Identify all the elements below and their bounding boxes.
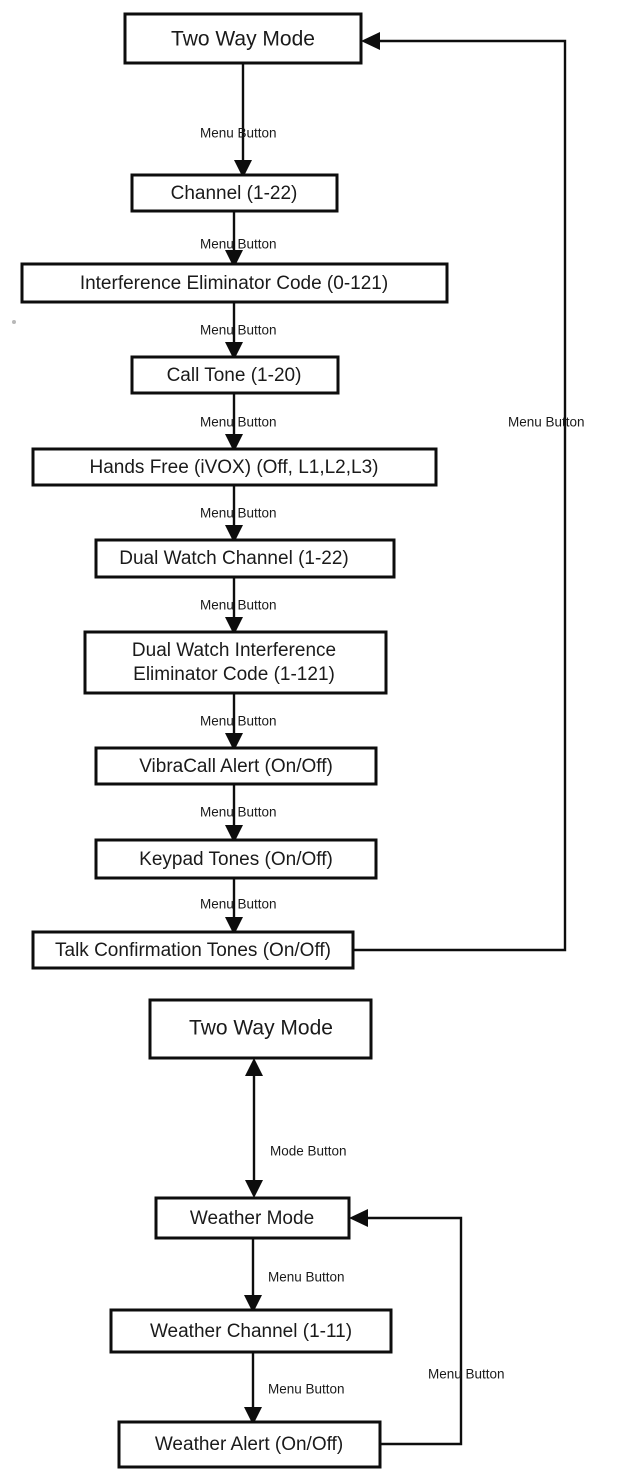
chart-weather-mode: Mode Button Menu Button Menu Button Menu… xyxy=(109,998,505,1469)
node-label-hands-free-ivox: Hands Free (iVOX) (Off, L1,L2,L3) xyxy=(90,457,379,478)
node-label-talk-confirmation-tones: Talk Confirmation Tones (On/Off) xyxy=(55,940,331,961)
node-label-call-tone: Call Tone (1-20) xyxy=(167,365,302,386)
edge-label-menu-button: Menu Button xyxy=(200,237,277,252)
node-keypad-tones[interactable]: Keypad Tones (On/Off) xyxy=(94,838,378,880)
node-label-dual-watch-interference-line1: Dual Watch Interference xyxy=(132,640,336,661)
node-two-way-mode[interactable]: Two Way Mode xyxy=(123,12,363,65)
edge-label-menu-button: Menu Button xyxy=(200,598,277,613)
node-label-dual-watch-channel: Dual Watch Channel (1-22) xyxy=(119,548,349,569)
node-channel[interactable]: Channel (1-22) xyxy=(130,173,339,213)
edge-label-menu-button: Menu Button xyxy=(200,323,277,338)
edge-dw-interference-to-vibracall: Menu Button xyxy=(200,693,277,751)
edge-channel-to-interference: Menu Button xyxy=(200,211,277,268)
edge-label-menu-button: Menu Button xyxy=(200,805,277,820)
scan-artifact-dot xyxy=(12,320,16,324)
edge-label-mode-button: Mode Button xyxy=(270,1144,347,1159)
node-label-weather-channel: Weather Channel (1-11) xyxy=(150,1321,352,1342)
edge-weather-mode-to-weather-channel: Menu Button xyxy=(244,1238,345,1313)
edge-interference-to-call-tone: Menu Button xyxy=(200,302,277,360)
node-label-vibracall-alert: VibraCall Alert (On/Off) xyxy=(139,756,333,777)
node-label-channel: Channel (1-22) xyxy=(171,183,298,204)
edge-hands-free-to-dual-watch-channel: Menu Button xyxy=(200,485,277,543)
edge-label-menu-button: Menu Button xyxy=(268,1270,345,1285)
edge-weather-channel-to-weather-alert: Menu Button xyxy=(244,1352,345,1425)
node-label-weather-mode: Weather Mode xyxy=(190,1208,314,1229)
node-weather-channel[interactable]: Weather Channel (1-11) xyxy=(109,1308,393,1354)
node-hands-free-ivox[interactable]: Hands Free (iVOX) (Off, L1,L2,L3) xyxy=(31,447,438,487)
edge-label-menu-button: Menu Button xyxy=(200,415,277,430)
node-call-tone[interactable]: Call Tone (1-20) xyxy=(130,355,340,395)
node-label-two-way-mode-2: Two Way Mode xyxy=(189,1017,333,1040)
node-dual-watch-interference-eliminator-code[interactable]: Dual Watch Interference Eliminator Code … xyxy=(83,630,388,695)
edge-call-tone-to-hands-free: Menu Button xyxy=(200,393,277,452)
node-label-keypad-tones: Keypad Tones (On/Off) xyxy=(139,849,333,870)
edge-label-menu-button: Menu Button xyxy=(200,897,277,912)
node-label-weather-alert: Weather Alert (On/Off) xyxy=(155,1434,343,1455)
edge-label-menu-button: Menu Button xyxy=(268,1382,345,1397)
node-label-dual-watch-interference-line2: Eliminator Code (1-121) xyxy=(133,664,335,685)
flowchart-canvas: Menu Button Menu Button Menu Button Menu… xyxy=(12,12,585,1469)
node-dual-watch-channel[interactable]: Dual Watch Channel (1-22) xyxy=(94,538,396,579)
edge-two-way-mode-to-weather-mode: Mode Button xyxy=(245,1058,347,1198)
edge-vibracall-to-keypad-tones: Menu Button xyxy=(200,784,277,843)
edge-talk-confirmation-to-two-way-mode-return: Menu Button xyxy=(353,32,585,952)
node-label-interference-eliminator-code: Interference Eliminator Code (0-121) xyxy=(80,273,388,294)
flowchart-diagram: Menu Button Menu Button Menu Button Menu… xyxy=(0,0,633,1477)
node-label-two-way-mode: Two Way Mode xyxy=(171,28,315,51)
chart-two-way-mode: Menu Button Menu Button Menu Button Menu… xyxy=(12,12,585,970)
edge-label-menu-button: Menu Button xyxy=(200,714,277,729)
edge-two-way-mode-to-channel: Menu Button xyxy=(200,63,277,178)
node-weather-mode[interactable]: Weather Mode xyxy=(154,1196,351,1240)
edge-label-menu-button: Menu Button xyxy=(508,415,585,430)
node-two-way-mode-2[interactable]: Two Way Mode xyxy=(148,998,373,1060)
edge-dual-watch-channel-to-dw-interference: Menu Button xyxy=(200,577,277,635)
node-interference-eliminator-code[interactable]: Interference Eliminator Code (0-121) xyxy=(20,262,449,304)
edge-label-menu-button: Menu Button xyxy=(200,506,277,521)
node-weather-alert[interactable]: Weather Alert (On/Off) xyxy=(117,1420,382,1469)
edge-label-menu-button: Menu Button xyxy=(200,126,277,141)
node-vibracall-alert[interactable]: VibraCall Alert (On/Off) xyxy=(94,746,378,786)
edge-label-menu-button: Menu Button xyxy=(428,1367,505,1382)
node-talk-confirmation-tones[interactable]: Talk Confirmation Tones (On/Off) xyxy=(31,930,355,970)
edge-keypad-tones-to-talk-confirmation: Menu Button xyxy=(200,878,277,935)
